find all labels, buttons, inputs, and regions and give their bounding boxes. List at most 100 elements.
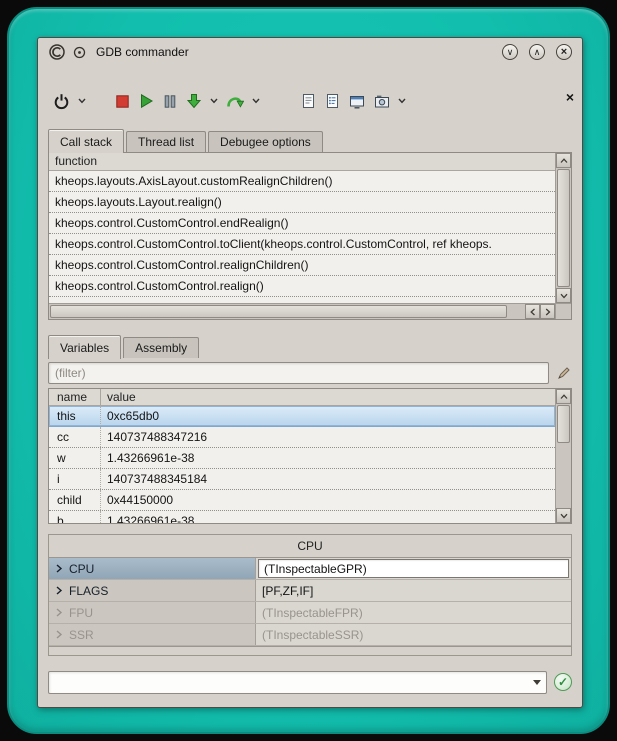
callstack-row[interactable]: kheops.control.CustomControl.realign() (49, 276, 555, 297)
callstack-horizontal-scrollbar[interactable] (49, 303, 555, 319)
register-group-value[interactable]: (TInspectableSSR) (256, 624, 571, 645)
variable-row[interactable]: child 0x44150000 (49, 490, 555, 511)
step-over-menu-button[interactable] (252, 98, 260, 104)
register-group-cell[interactable]: FPU (49, 602, 256, 623)
variable-name: w (49, 448, 101, 468)
cpu-register-row[interactable]: FPU (TInspectableFPR) (49, 602, 571, 624)
scroll-track[interactable] (556, 404, 571, 508)
check-icon: ✓ (558, 676, 568, 688)
register-group-label: FLAGS (69, 584, 108, 598)
cpu-register-row[interactable]: CPU (TInspectableGPR) (49, 558, 571, 580)
chevron-up-icon (560, 158, 568, 164)
edit-mask-button[interactable] (556, 365, 572, 381)
window-title: GDB commander (96, 45, 189, 59)
step-into-button[interactable] (185, 90, 203, 112)
stop-button[interactable] (114, 90, 131, 112)
variables-header: name value (49, 389, 555, 406)
power-menu-button[interactable] (78, 98, 86, 104)
snapshot-menu-button[interactable] (398, 98, 406, 104)
maximize-button[interactable]: ∧ (529, 44, 545, 60)
scrollbar-corner (555, 303, 571, 319)
scroll-thumb[interactable] (557, 405, 570, 443)
callstack-row[interactable]: kheops.control.CustomControl.endRealign(… (49, 213, 555, 234)
scroll-track[interactable] (49, 304, 525, 319)
variable-row[interactable]: cc 140737488347216 (49, 427, 555, 448)
app-badge-icon (73, 46, 86, 59)
scroll-up-button[interactable] (556, 389, 571, 404)
cpu-register-row[interactable]: SSR (TInspectableSSR) (49, 624, 571, 646)
register-group-value[interactable]: (TInspectableFPR) (256, 602, 571, 623)
callstack-vertical-scrollbar[interactable] (555, 153, 571, 303)
variable-row[interactable]: this 0xc65db0 (49, 406, 555, 427)
scroll-right-button[interactable] (540, 304, 555, 319)
variables-vertical-scrollbar[interactable] (555, 389, 571, 523)
send-command-button[interactable]: ✓ (554, 673, 572, 691)
document-icon (301, 93, 316, 109)
variable-row[interactable]: w 1.43266961e-38 (49, 448, 555, 469)
callstack-row[interactable]: kheops.layouts.AxisLayout.customRealignC… (49, 171, 555, 192)
callstack-column-header[interactable]: function (49, 153, 555, 171)
filter-input[interactable] (48, 362, 549, 384)
register-group-cell[interactable]: FLAGS (49, 580, 256, 601)
variables-panel: name value this 0xc65db0 cc 140737488347… (48, 388, 572, 524)
tab[interactable]: Variables (48, 335, 121, 359)
register-group-value[interactable]: [PF,ZF,IF] (256, 580, 571, 601)
show-window-button[interactable] (348, 90, 366, 112)
variable-value: 0xc65db0 (101, 406, 555, 426)
list-icon (325, 93, 340, 109)
column-header-value[interactable]: value (101, 389, 555, 405)
tab[interactable]: Call stack (48, 129, 124, 153)
register-group-cell[interactable]: CPU (49, 558, 256, 579)
titlebar-buttons: ∨ ∧ × (502, 44, 572, 60)
show-list-button[interactable] (324, 90, 341, 112)
register-group-value[interactable]: (TInspectableGPR) (258, 559, 569, 578)
scroll-down-button[interactable] (556, 288, 571, 303)
variable-value: 0x44150000 (101, 490, 555, 510)
chevron-down-icon (560, 293, 568, 299)
panel-content: × (38, 88, 582, 729)
chevron-right-icon[interactable] (55, 608, 63, 617)
scroll-thumb[interactable] (50, 305, 507, 318)
variable-row[interactable]: b 1.43266961e-38 (49, 511, 555, 523)
snapshot-button[interactable] (373, 90, 391, 112)
chevron-down-icon (252, 98, 260, 104)
callstack-row[interactable]: kheops.layouts.Layout.realign() (49, 192, 555, 213)
scroll-track[interactable] (556, 168, 571, 288)
scroll-left-button[interactable] (525, 304, 540, 319)
chevron-right-icon[interactable] (55, 630, 63, 639)
cpu-panel: CPU CPU (TInspectableGPR) (48, 534, 572, 656)
gdb-commander-window: GDB commander ∨ ∧ × × (37, 37, 583, 708)
chevron-right-icon[interactable] (55, 564, 63, 573)
scroll-up-button[interactable] (556, 153, 571, 168)
scroll-down-button[interactable] (556, 508, 571, 523)
dock-close-icon[interactable]: × (566, 90, 574, 104)
cpu-register-grid: CPU (TInspectableGPR) FLAGS (49, 557, 571, 647)
titlebar[interactable]: GDB commander ∨ ∧ × (38, 38, 582, 66)
chevron-right-icon[interactable] (55, 586, 63, 595)
scroll-thumb[interactable] (557, 169, 570, 287)
variable-value: 1.43266961e-38 (101, 448, 555, 468)
register-group-cell[interactable]: SSR (49, 624, 256, 645)
column-header-name[interactable]: name (49, 389, 101, 405)
combobox-dropdown-button[interactable] (528, 672, 546, 693)
pause-button[interactable] (162, 90, 178, 112)
step-over-button[interactable] (225, 90, 245, 112)
run-button[interactable] (138, 90, 155, 112)
callstack-tabbar: Call stack Thread list Debugee options (48, 128, 572, 152)
minimize-button[interactable]: ∨ (502, 44, 518, 60)
show-document-button[interactable] (300, 90, 317, 112)
step-into-menu-button[interactable] (210, 98, 218, 104)
variable-name: b (49, 511, 101, 523)
tab[interactable]: Assembly (123, 337, 199, 358)
callstack-row[interactable]: kheops.control.CustomControl.toClient(kh… (49, 234, 555, 255)
tab[interactable]: Thread list (126, 131, 206, 152)
curved-arrow-icon (226, 93, 244, 109)
command-combobox[interactable] (48, 671, 547, 694)
power-button[interactable] (52, 90, 71, 112)
callstack-row[interactable]: kheops.control.CustomControl.realignChil… (49, 255, 555, 276)
close-button[interactable]: × (556, 44, 572, 60)
cpu-register-row[interactable]: FLAGS [PF,ZF,IF] (49, 580, 571, 602)
variable-row[interactable]: i 140737488345184 (49, 469, 555, 490)
chevron-down-icon (78, 98, 86, 104)
tab[interactable]: Debugee options (208, 131, 323, 152)
